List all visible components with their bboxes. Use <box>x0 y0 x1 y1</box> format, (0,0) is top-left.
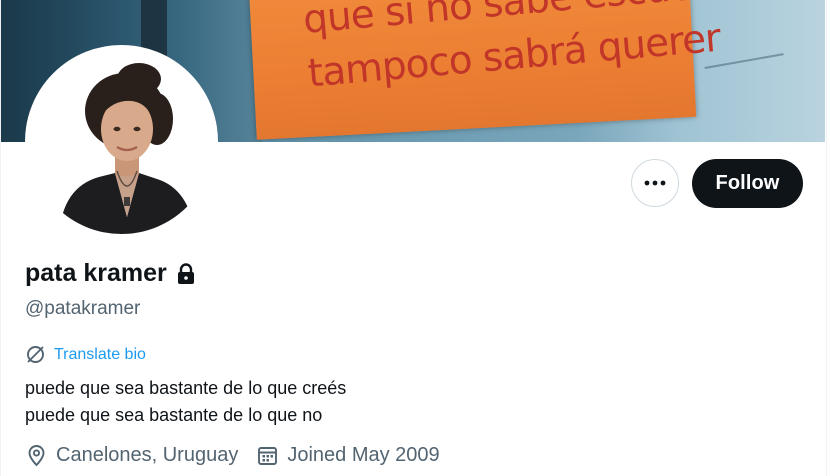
location-pin-icon <box>28 445 45 467</box>
joined-text: Joined May 2009 <box>287 444 440 466</box>
more-horizontal-icon <box>644 180 666 186</box>
location-text: Canelones, Uruguay <box>56 444 239 466</box>
display-name: pata kramer <box>25 259 167 287</box>
profile-meta: Canelones, Uruguay Joined May 2009 <box>25 444 458 467</box>
location-item: Canelones, Uruguay <box>25 444 238 467</box>
follow-button[interactable]: Follow <box>692 159 803 208</box>
calendar-icon <box>258 447 278 465</box>
translate-icon <box>27 346 44 363</box>
bio-text: puede que sea bastante de lo que creés p… <box>25 375 346 429</box>
translate-bio-label: Translate bio <box>54 345 146 363</box>
profile-header: que si no sabe escuchar tampoco sabrá qu… <box>0 0 830 476</box>
right-border <box>826 0 827 476</box>
lock-icon[interactable] <box>176 262 196 285</box>
name-row: pata kramer <box>25 259 196 288</box>
more-options-button[interactable] <box>631 159 679 207</box>
bio-line-1: puede que sea bastante de lo que creés <box>25 378 347 398</box>
joined-item: Joined May 2009 <box>256 444 440 467</box>
avatar-portrait <box>29 49 214 234</box>
bio-line-2: puede que sea bastante de lo que no <box>25 405 323 425</box>
user-handle: @patakramer <box>25 298 141 319</box>
avatar[interactable] <box>25 45 218 238</box>
translate-bio-link[interactable]: Translate bio <box>25 344 146 365</box>
